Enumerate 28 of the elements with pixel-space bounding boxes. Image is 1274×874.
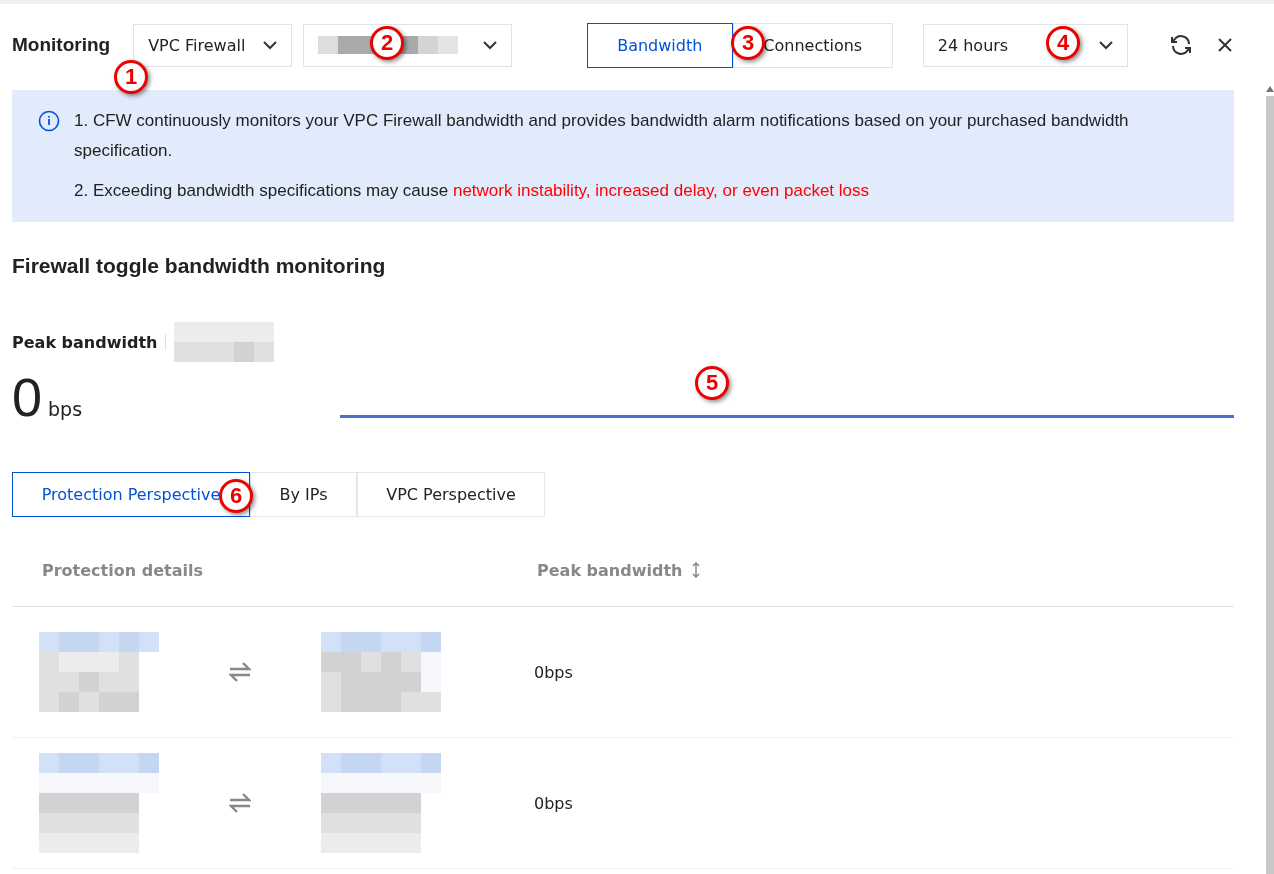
- perspective-tab[interactable]: By IPs: [250, 472, 357, 517]
- firewall-select[interactable]: VPC Firewall: [133, 23, 292, 67]
- column-header: Protection details: [42, 560, 203, 580]
- perspective-tab[interactable]: VPC Perspective: [357, 472, 545, 517]
- callout-marker: 2: [370, 26, 404, 60]
- page-title: Monitoring: [12, 34, 111, 56]
- notice-text: 2. Exceeding bandwidth specifications may cause network instability, increased delay, or even packet loss: [74, 180, 871, 202]
- chevron-down-icon: [262, 40, 277, 50]
- metric-tab[interactable]: Bandwidth: [586, 22, 733, 68]
- callout-marker: 5: [695, 366, 729, 400]
- close-icon[interactable]: [1216, 36, 1234, 54]
- section-title: Firewall toggle bandwidth monitoring: [12, 254, 387, 278]
- notice-text: 1. CFW continuously monitors your VPC Firewall bandwidth and provides bandwidth alarm notifications based on your purchased bandwidth specification.: [74, 110, 1130, 162]
- bidirectional-arrows-icon: [229, 662, 251, 682]
- chevron-down-icon: [1099, 40, 1113, 50]
- table-cell-text: 0bps: [534, 793, 574, 813]
- callout-marker: 4: [1046, 26, 1080, 60]
- peak-value: 0: [12, 366, 43, 428]
- column-header: Peak bandwidth: [537, 560, 683, 580]
- sort-icon[interactable]: [692, 562, 701, 578]
- info-icon: [38, 110, 60, 132]
- chevron-down-icon: [482, 40, 497, 50]
- callout-marker: 1: [114, 60, 148, 94]
- peak-unit: bps: [48, 398, 83, 420]
- refresh-icon[interactable]: [1169, 33, 1193, 57]
- peak-label: Peak bandwidth: [12, 332, 158, 352]
- table-cell-text: 0bps: [534, 662, 574, 682]
- bidirectional-arrows-icon: [229, 793, 251, 813]
